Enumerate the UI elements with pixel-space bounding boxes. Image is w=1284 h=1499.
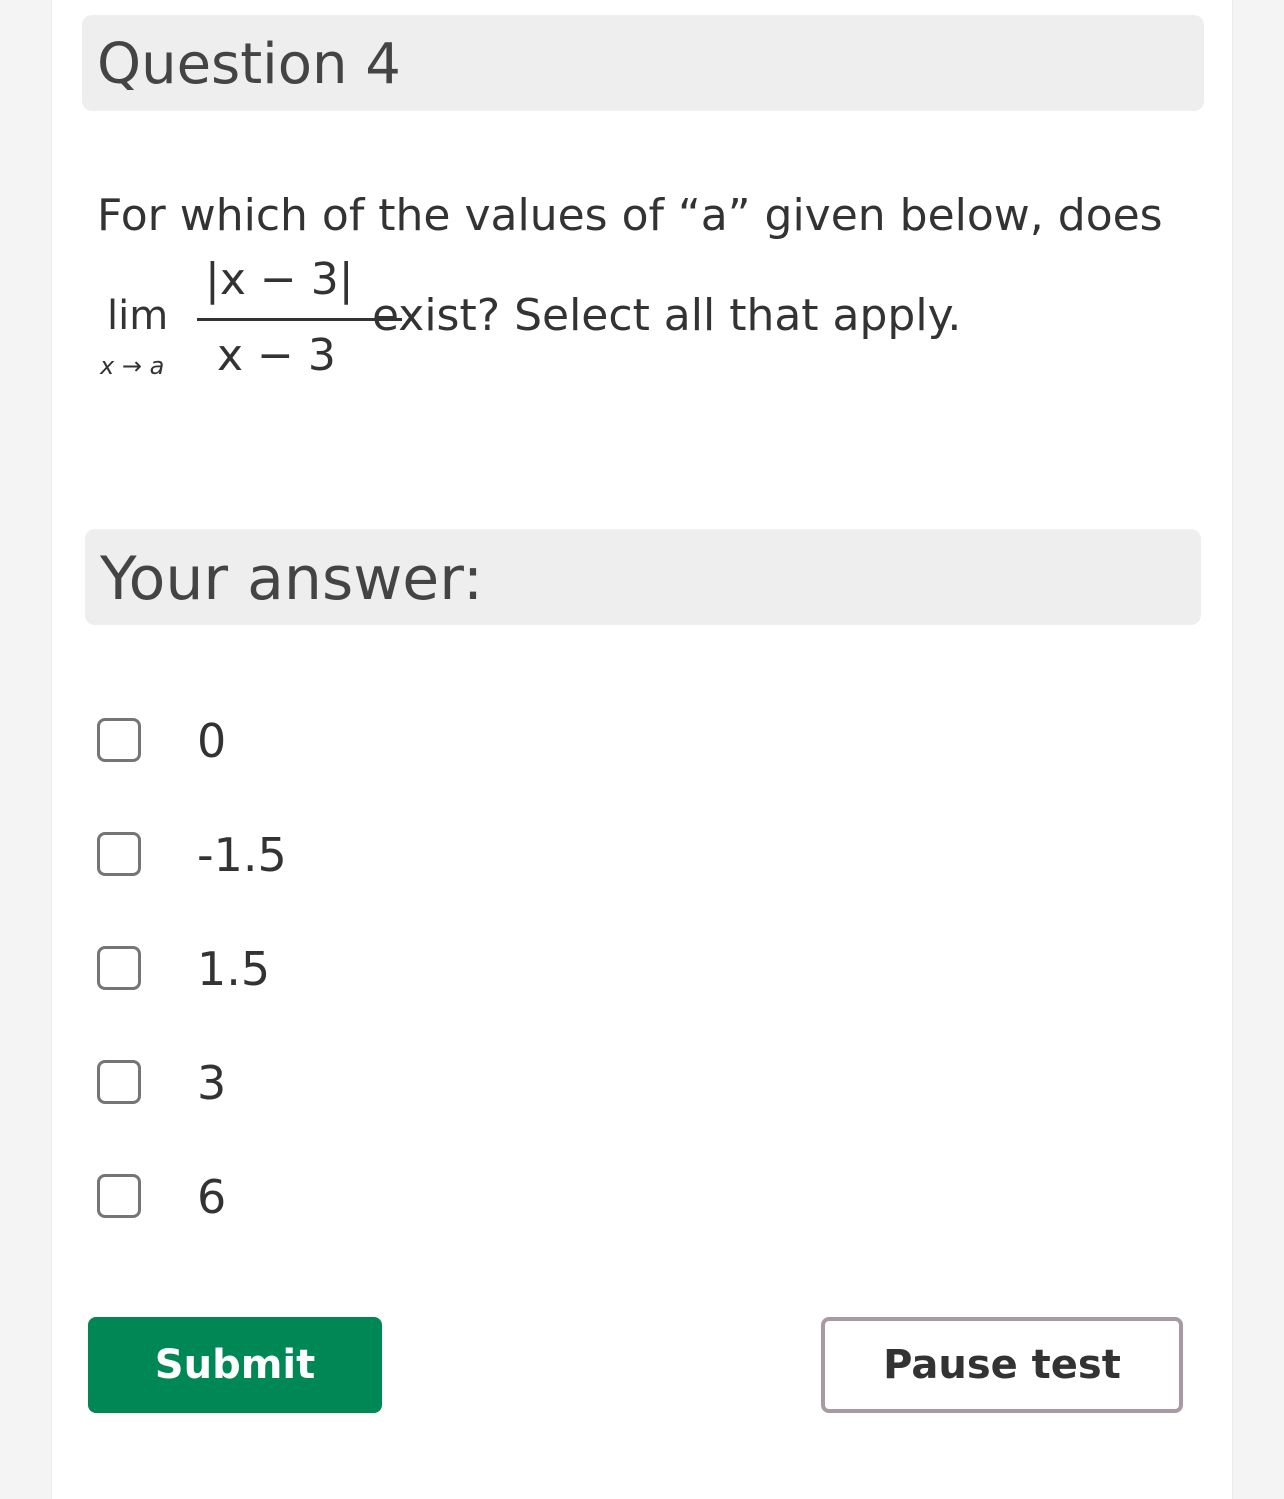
- submit-button[interactable]: Submit: [88, 1317, 382, 1413]
- question-card: Question 4 For which of the values of “a…: [51, 0, 1233, 1499]
- option-label: 3: [197, 1056, 227, 1110]
- answer-title: Your answer:: [100, 544, 484, 614]
- option-1-5[interactable]: 1.5: [97, 940, 697, 1000]
- option-label: 0: [197, 714, 227, 768]
- checkbox[interactable]: [97, 946, 141, 990]
- question-prompt-continued: exist? Select all that apply.: [372, 290, 962, 341]
- limit-operator: lim: [107, 293, 169, 339]
- option-neg-1-5[interactable]: -1.5: [97, 826, 697, 886]
- fraction-numerator: |x − 3|: [205, 254, 354, 305]
- limit-subscript: x → a: [100, 352, 165, 380]
- pause-test-button[interactable]: Pause test: [821, 1317, 1183, 1413]
- checkbox[interactable]: [97, 1060, 141, 1104]
- option-6[interactable]: 6: [97, 1168, 697, 1228]
- question-header: Question 4: [82, 15, 1204, 111]
- checkbox[interactable]: [97, 718, 141, 762]
- checkbox[interactable]: [97, 1174, 141, 1218]
- fraction-denominator: x − 3: [217, 330, 336, 381]
- question-title: Question 4: [97, 32, 401, 97]
- question-prompt: For which of the values of “a” given bel…: [97, 190, 1163, 241]
- option-label: 6: [197, 1170, 227, 1224]
- option-label: 1.5: [197, 942, 271, 996]
- option-label: -1.5: [197, 828, 287, 882]
- checkbox[interactable]: [97, 832, 141, 876]
- limit-formula: lim x → a |x − 3| x − 3: [97, 252, 402, 387]
- option-0[interactable]: 0: [97, 712, 697, 772]
- option-3[interactable]: 3: [97, 1054, 697, 1114]
- answer-header: Your answer:: [85, 529, 1201, 625]
